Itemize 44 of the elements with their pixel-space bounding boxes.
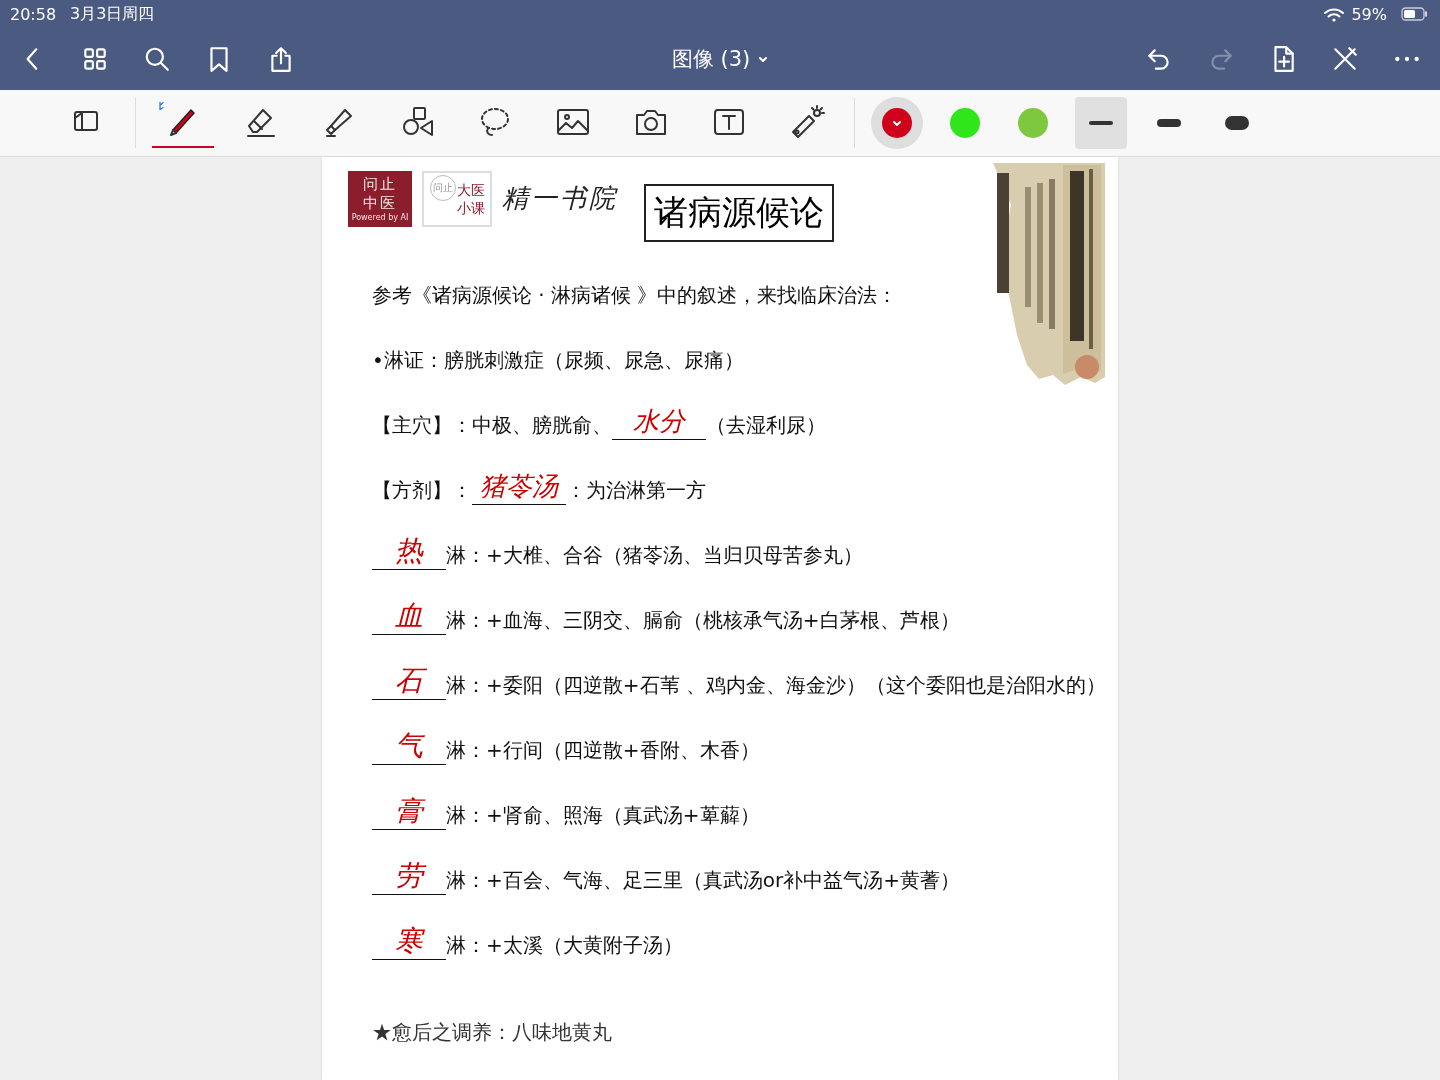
document-text: 淋：+肾俞、照海（真武汤+萆薢）	[446, 802, 760, 829]
search-icon[interactable]	[143, 45, 171, 73]
fill-in-line[interactable]: 膏	[372, 793, 446, 830]
document-text: 淋：+大椎、合谷（猪苓汤、当归贝母苦参丸）	[446, 542, 863, 569]
fill-in-line[interactable]: 劳	[372, 858, 446, 895]
fill-in-line[interactable]: 血	[372, 598, 446, 635]
logo-text: 小课	[456, 199, 485, 217]
logo-caption: Powered by AI	[351, 213, 409, 223]
document-text: 淋：+太溪（大黄附子汤）	[446, 932, 683, 959]
laser-pointer-icon	[789, 104, 825, 140]
document-text: 淋：+行间（四逆散+香附、木香）	[446, 737, 760, 764]
document-text: •淋证：膀胱刺激症（尿频、尿急、尿痛）	[372, 347, 744, 374]
calligraphy-logo: 精一书院	[502, 182, 618, 215]
fill-in-line[interactable]: 水分	[612, 403, 706, 440]
document-title-box: 诸病源候论	[644, 184, 834, 242]
battery-icon	[1401, 7, 1428, 21]
document-title[interactable]: 图像 (3)	[671, 45, 769, 73]
document-text: （去湿利尿）	[706, 412, 826, 439]
wifi-icon	[1323, 6, 1346, 22]
fill-in-line[interactable]: 热	[372, 533, 446, 570]
fill-in-line[interactable]: 寒	[372, 923, 446, 960]
document-text: 【方剂】：	[372, 477, 472, 504]
stroke-width-option[interactable]	[1075, 97, 1127, 149]
fill-in-line[interactable]: 猪苓汤	[472, 468, 566, 505]
fill-in-line[interactable]: 气	[372, 728, 446, 765]
logo-text: 大医	[456, 181, 485, 199]
fill-in-line[interactable]: 石	[372, 663, 446, 700]
caret-icon	[758, 55, 769, 63]
document-text: 【主穴】：中极、膀胱俞、	[372, 412, 612, 439]
document-text: 淋：+委阳（四逆散+石苇 、鸡内金、海金沙）（这个委阳也是治阳水的）	[446, 672, 1106, 699]
color-swatch[interactable]	[871, 97, 923, 149]
document-text: ：为治淋第一方	[566, 477, 706, 504]
battery-percent: 59%	[1351, 4, 1387, 24]
document-text: 参考《诸病源候论 · 淋病诸候 》中的叙述，来找临床治法：	[372, 282, 898, 309]
date-text: 3月3日周四	[70, 3, 155, 25]
grid-icon[interactable]	[81, 45, 109, 73]
pen-cross-icon[interactable]	[1331, 45, 1359, 73]
clock-time: 20:58	[10, 4, 57, 24]
document-text: 淋：+百会、气海、足三里（真武汤or补中益气汤+黄蓍）	[446, 867, 960, 894]
logo-text: 问止	[363, 175, 397, 194]
document-text: 淋：+血海、三阴交、膈俞（桃核承气汤+白茅根、芦根）	[446, 607, 960, 634]
note-text: ★愈后之调养：八味地黄丸	[372, 1019, 612, 1046]
logo-text: 中医	[363, 194, 397, 213]
caret-icon	[893, 120, 901, 126]
